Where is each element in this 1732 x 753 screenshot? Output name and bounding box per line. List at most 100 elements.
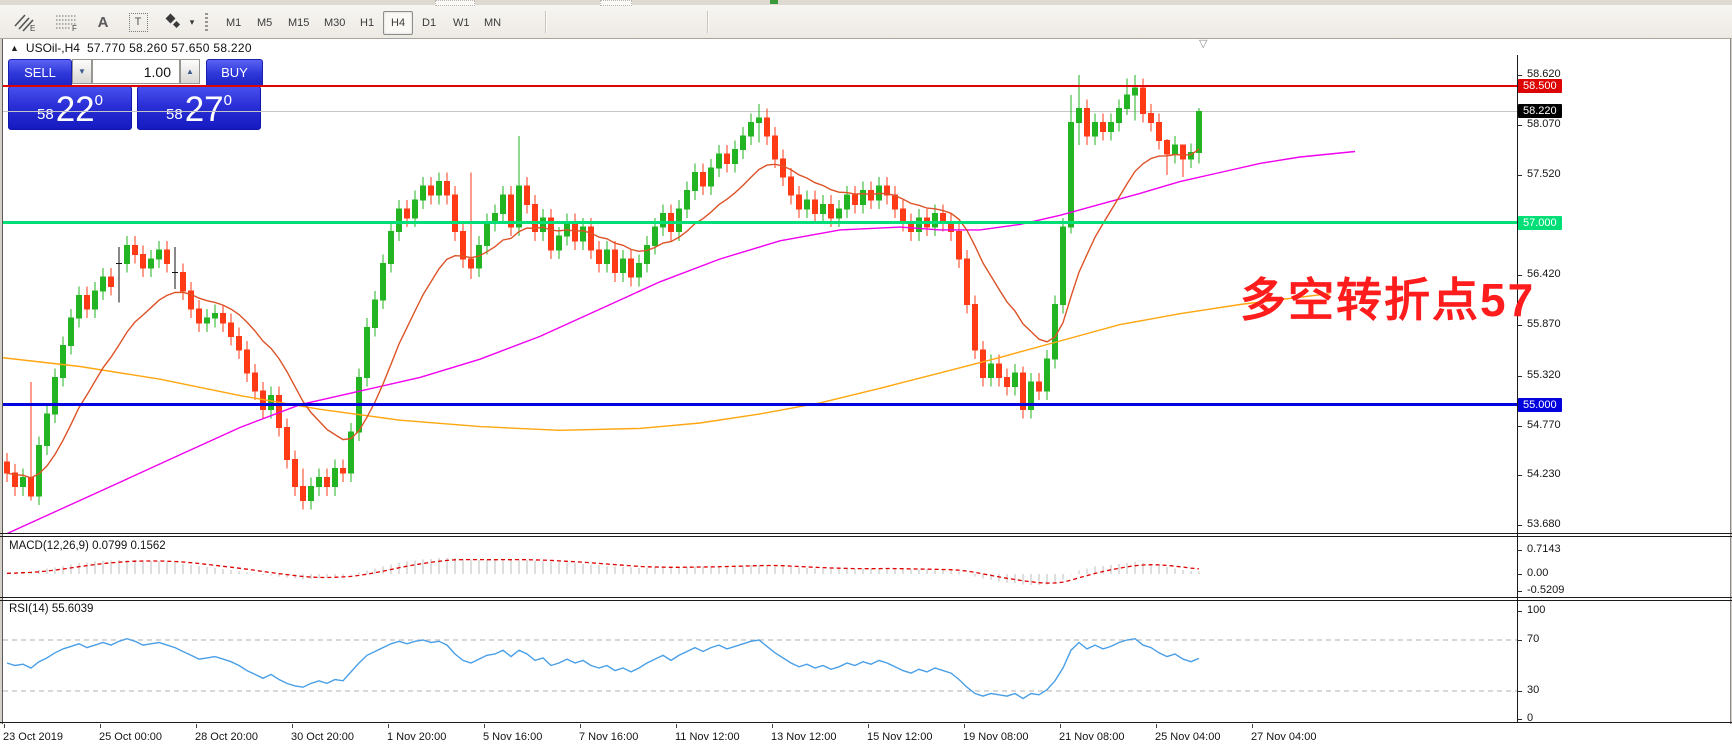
axis-tick-mark (1517, 574, 1522, 575)
panel-separator[interactable] (0, 533, 1732, 534)
rsi-indicator-label: RSI(14) 55.6039 (9, 603, 93, 615)
timeframe-button-m1[interactable]: M1 (218, 11, 249, 35)
axis-tick-mark (1517, 550, 1522, 551)
chart-ohlc-values: 57.770 58.260 57.650 58.220 (87, 41, 252, 55)
chart-shift-marker-icon[interactable]: ▽ (1199, 37, 1207, 50)
time-tick-mark (292, 724, 293, 728)
axis-tick-mark (1517, 75, 1522, 76)
axis-tick-mark (1517, 640, 1522, 641)
time-axis-label: 30 Oct 20:00 (291, 731, 354, 743)
textbox-icon[interactable]: T (126, 10, 150, 34)
axis-label: -0.5209 (1527, 584, 1564, 596)
grid-f-icon[interactable]: F (50, 10, 84, 34)
panel-separator (0, 722, 1732, 723)
moving-average-slow (3, 294, 1330, 431)
indicator-e-icon[interactable]: E (8, 10, 42, 34)
timeframe-button-w1[interactable]: W1 (445, 11, 478, 35)
arrows-icon[interactable] (160, 10, 186, 34)
toolbar-drag-handle[interactable] (205, 13, 208, 31)
panel-separator[interactable] (0, 597, 1732, 598)
axis-label: 70 (1527, 633, 1539, 645)
time-axis[interactable]: 23 Oct 2019 25 Oct 00:00 28 Oct 20:00 30 Oc… (0, 724, 1732, 753)
price-level-badge: 55.000 (1518, 398, 1562, 412)
macd-indicator-panel[interactable] (3, 538, 1517, 597)
time-axis-label: 15 Nov 12:00 (867, 731, 932, 743)
text-label-icon[interactable]: A (92, 10, 114, 34)
macd-signal-line (7, 560, 1199, 584)
chart-symbol-period: USOil-,H4 (26, 41, 80, 55)
price-level-badge: 58.500 (1518, 79, 1562, 93)
axis-label: 0.7143 (1527, 543, 1561, 555)
timeframe-button-mn[interactable]: MN (476, 11, 509, 35)
trading-terminal-window: E F A T ▾ M1M5M15M30H1H4D1W1MN (0, 0, 1732, 753)
timeframe-button-d1[interactable]: D1 (414, 11, 444, 35)
chart-title: ▲ USOil-,H4 57.770 58.260 57.650 58.220 (10, 41, 252, 55)
axis-label: 53.680 (1527, 518, 1561, 530)
time-axis-label: 21 Nov 08:00 (1059, 731, 1124, 743)
upper-toolbar-green-icon-fragment (770, 0, 778, 4)
time-tick-mark (964, 724, 965, 728)
time-axis-label: 25 Oct 00:00 (99, 731, 162, 743)
axis-label: 57.520 (1527, 168, 1561, 180)
price-axis[interactable]: 58.62058.07057.52056.42055.87055.32054.7… (1517, 38, 1732, 753)
price-level-badge: 58.220 (1518, 104, 1562, 118)
axis-label: 30 (1527, 684, 1539, 696)
axis-tick-mark (1517, 611, 1522, 612)
toolbar-separator (545, 11, 547, 33)
axis-label: 100 (1527, 604, 1545, 616)
axis-label: 58.070 (1527, 118, 1561, 130)
timeframe-button-h1[interactable]: H1 (352, 11, 382, 35)
time-tick-mark (100, 724, 101, 728)
axis-tick-mark (1517, 475, 1522, 476)
time-axis-label: 5 Nov 16:00 (483, 731, 542, 743)
axis-tick-mark (1517, 591, 1522, 592)
time-tick-mark (1156, 724, 1157, 728)
timeframe-button-m30[interactable]: M30 (316, 11, 353, 35)
time-axis-label: 23 Oct 2019 (3, 731, 63, 743)
axis-label: 0.00 (1527, 567, 1548, 579)
time-axis-label: 7 Nov 16:00 (579, 731, 638, 743)
macd-indicator-label: MACD(12,26,9) 0.0799 0.1562 (9, 540, 166, 552)
time-axis-label: 13 Nov 12:00 (771, 731, 836, 743)
rsi-indicator-panel[interactable] (3, 601, 1517, 722)
axis-tick-mark (1517, 426, 1522, 427)
time-tick-mark (772, 724, 773, 728)
rsi-line (7, 639, 1199, 699)
macd-histogram (7, 558, 1199, 585)
time-tick-mark (1060, 724, 1061, 728)
chart-text-annotation[interactable]: 多空转折点57 (1240, 264, 1535, 330)
axis-tick-mark (1517, 691, 1522, 692)
svg-text:E: E (30, 24, 35, 32)
axis-tick-mark (1517, 525, 1522, 526)
time-tick-mark (868, 724, 869, 728)
timeframe-button-h4[interactable]: H4 (383, 11, 413, 35)
svg-text:F: F (72, 24, 77, 32)
arrows-dropdown-caret-icon[interactable]: ▾ (186, 10, 198, 34)
time-axis-label: 25 Nov 04:00 (1155, 731, 1220, 743)
time-axis-label: 28 Oct 20:00 (195, 731, 258, 743)
time-tick-mark (580, 724, 581, 728)
time-tick-mark (484, 724, 485, 728)
time-tick-mark (676, 724, 677, 728)
time-tick-mark (196, 724, 197, 728)
axis-tick-mark (1517, 719, 1522, 720)
timeframe-button-m15[interactable]: M15 (280, 11, 317, 35)
textbox-icon-letter: T (129, 13, 148, 32)
time-axis-label: 19 Nov 08:00 (963, 731, 1028, 743)
time-tick-mark (388, 724, 389, 728)
toolbar-separator (707, 11, 709, 33)
axis-tick-mark (1517, 376, 1522, 377)
axis-label: 54.230 (1527, 468, 1561, 480)
collapse-triangle-icon[interactable]: ▲ (10, 43, 19, 53)
time-axis-label: 11 Nov 12:00 (675, 731, 740, 743)
axis-label: 55.320 (1527, 369, 1561, 381)
axis-tick-mark (1517, 175, 1522, 176)
time-tick-mark (4, 724, 5, 728)
chart-toolbar: E F A T ▾ M1M5M15M30H1H4D1W1MN (0, 6, 1732, 39)
time-axis-label: 27 Nov 04:00 (1251, 731, 1316, 743)
time-tick-mark (1252, 724, 1253, 728)
panel-separator (0, 536, 1732, 537)
price-level-badge: 57.000 (1518, 216, 1562, 230)
axis-label: 54.770 (1527, 419, 1561, 431)
timeframe-button-m5[interactable]: M5 (249, 11, 280, 35)
